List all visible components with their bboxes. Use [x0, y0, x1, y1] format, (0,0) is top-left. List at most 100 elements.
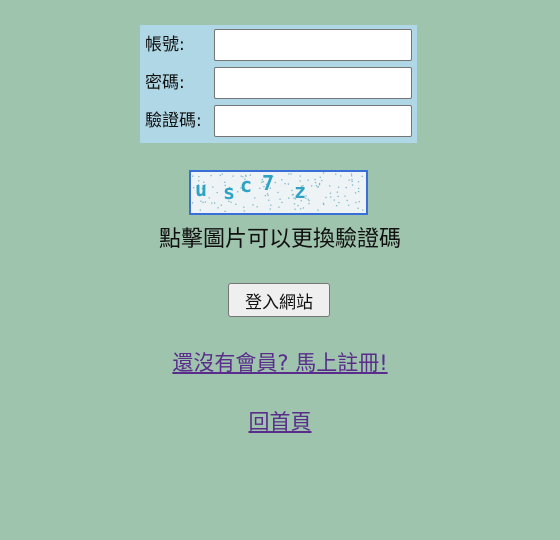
captcha-noise-dot	[208, 197, 210, 199]
captcha-noise-dot	[335, 173, 337, 175]
account-row: 帳號:	[140, 27, 417, 61]
captcha-noise-dot	[308, 202, 310, 205]
captcha-noise-dot	[337, 186, 340, 188]
captcha-noise-dot	[333, 199, 335, 201]
captcha-noise-dot	[319, 176, 321, 178]
captcha-noise-dot	[348, 204, 350, 206]
captcha-noise-dot	[362, 209, 364, 211]
captcha-noise-dot	[351, 184, 354, 186]
captcha-noise-dot	[358, 187, 360, 190]
captcha-noise-dot	[243, 210, 245, 212]
captcha-noise-dot	[329, 185, 331, 187]
captcha-noise-dot	[252, 204, 254, 206]
captcha-char: u	[195, 177, 207, 201]
captcha-noise-dot	[288, 197, 290, 199]
captcha-noise-dot	[308, 200, 310, 202]
captcha-noise-dot	[279, 198, 281, 200]
captcha-noise-dot	[291, 189, 293, 192]
captcha-noise-dot	[351, 178, 353, 181]
captcha-input[interactable]	[214, 105, 412, 137]
captcha-noise-dot	[216, 191, 218, 194]
captcha-noise-dot	[314, 181, 317, 184]
captcha-noise-dot	[358, 190, 360, 193]
captcha-noise-dot	[311, 185, 313, 187]
captcha-noise-dot	[330, 196, 332, 198]
password-row: 密碼:	[140, 65, 417, 99]
captcha-noise-dot	[348, 179, 350, 181]
captcha-noise-dot	[338, 202, 340, 204]
captcha-noise-dot	[297, 204, 299, 207]
captcha-noise-dot	[307, 179, 309, 181]
captcha-noise-dot	[278, 206, 280, 208]
captcha-noise-dot	[293, 203, 296, 205]
captcha-noise-dot	[256, 206, 258, 208]
captcha-noise-dot	[351, 180, 353, 183]
captcha-noise-dot	[268, 199, 270, 201]
password-input[interactable]	[214, 67, 412, 99]
captcha-noise-dot	[288, 173, 290, 175]
captcha-noise-dot	[350, 173, 353, 175]
captcha-char: 7	[262, 172, 274, 195]
captcha-image-graphic: u s c 7 z	[191, 171, 364, 212]
captcha-noise-dot	[270, 204, 272, 206]
captcha-noise-dot	[329, 192, 332, 194]
captcha-noise-dot	[202, 201, 204, 204]
captcha-noise-dot	[232, 175, 234, 177]
captcha-char: z	[294, 179, 306, 203]
captcha-char: c	[240, 173, 252, 197]
captcha-noise-dot	[217, 207, 219, 209]
captcha-noise-dot	[307, 198, 309, 200]
captcha-noise-dot	[357, 207, 359, 209]
captcha-noise-dot	[335, 205, 338, 207]
captcha-row: 驗證碼:	[140, 103, 417, 137]
captcha-noise-dot	[191, 202, 194, 204]
captcha-noise-dot	[355, 201, 357, 204]
captcha-noise-dot	[321, 179, 323, 182]
captcha-noise-dot	[237, 191, 239, 193]
captcha-noise-dot	[281, 179, 283, 181]
home-link[interactable]: 回首頁	[0, 408, 560, 436]
captcha-noise-dot	[318, 184, 321, 186]
account-input[interactable]	[214, 29, 412, 61]
captcha-noise-dot	[325, 196, 327, 199]
captcha-noise-dot	[346, 199, 348, 202]
captcha-noise-dot	[315, 185, 318, 187]
captcha-noise-dot	[235, 203, 237, 205]
password-label: 密碼:	[145, 73, 185, 93]
captcha-noise-dot	[219, 174, 221, 177]
captcha-noise-dot	[323, 203, 325, 206]
captcha-noise-dot	[274, 181, 276, 184]
captcha-noise-dot	[243, 206, 245, 208]
captcha-noise-dot	[354, 192, 357, 194]
captcha-noise-dot	[290, 173, 292, 175]
login-form: 帳號: 密碼: 驗證碼:	[140, 25, 417, 143]
captcha-noise-dot	[284, 183, 286, 185]
captcha-label: 驗證碼:	[145, 111, 202, 131]
captcha-noise-dot	[211, 202, 213, 204]
captcha-noise-dot	[299, 175, 301, 177]
captcha-noise-dot	[224, 210, 226, 212]
login-button[interactable]: 登入網站	[228, 283, 330, 317]
captcha-noise-dot	[336, 191, 338, 193]
captcha-noise-dot	[361, 175, 363, 177]
captcha-noise-dot	[277, 191, 279, 194]
captcha-noise-dot	[337, 195, 339, 198]
captcha-noise-dot	[358, 201, 360, 203]
captcha-noise-dot	[317, 209, 319, 211]
captcha-noise-dot	[269, 208, 271, 210]
captcha-image[interactable]: u s c 7 z	[189, 170, 368, 215]
captcha-noise-dot	[204, 201, 207, 203]
captcha-noise-dot	[302, 207, 305, 209]
captcha-noise-dot	[294, 208, 296, 210]
captcha-char: s	[223, 180, 235, 204]
captcha-noise-dot	[344, 195, 346, 197]
account-label: 帳號:	[145, 35, 185, 55]
register-link[interactable]: 還沒有會員? 馬上註冊!	[0, 349, 560, 377]
captcha-noise-dot	[351, 175, 353, 177]
captcha-noise-dot	[264, 195, 266, 197]
captcha-noise-dot	[259, 187, 261, 189]
captcha-noise-dot	[254, 197, 256, 199]
captcha-noise-dot	[314, 178, 316, 181]
captcha-noise-dot	[322, 172, 325, 174]
captcha-noise-dot	[214, 202, 216, 204]
